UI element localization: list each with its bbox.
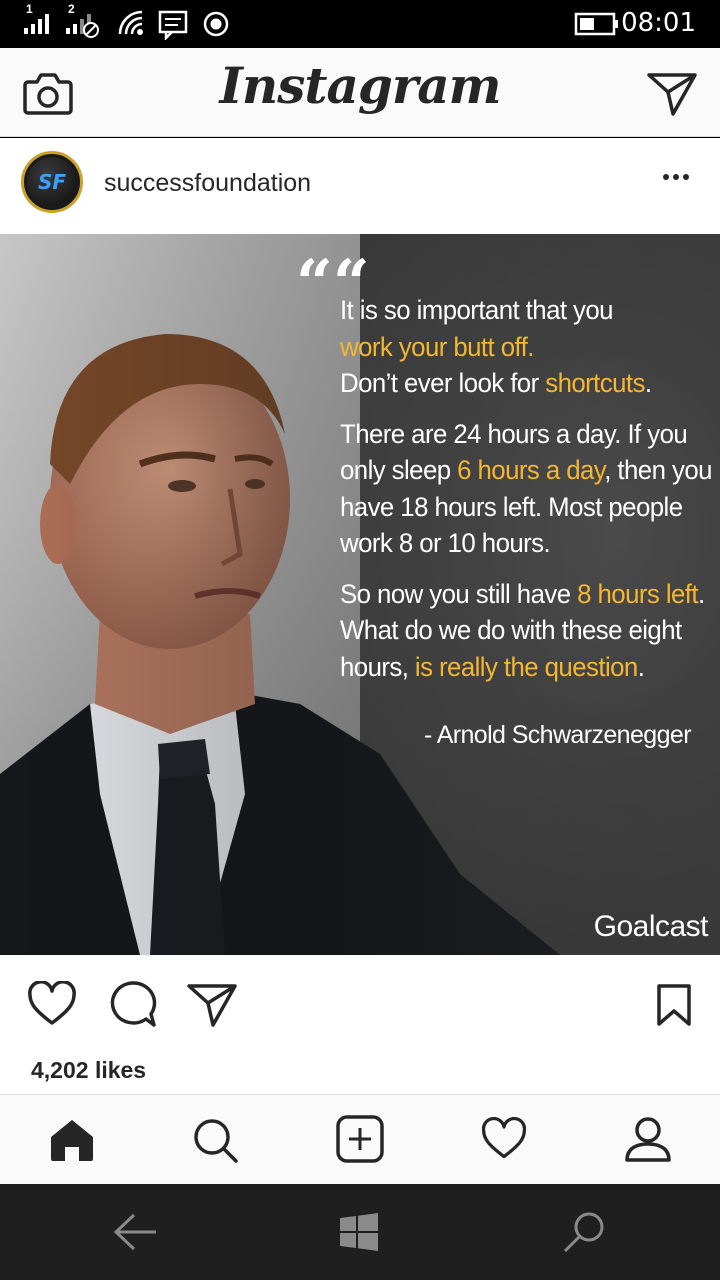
avatar[interactable]: SF: [21, 151, 83, 213]
sim1-label: 1: [26, 2, 33, 16]
app-header: Instagram: [0, 48, 720, 137]
quote-paragraph-2: There are 24 hours a day. If you only sl…: [340, 416, 712, 562]
back-icon[interactable]: [112, 1212, 160, 1252]
wifi-icon: [118, 10, 143, 35]
avatar-logo: SF: [27, 157, 77, 207]
post-actions: 4,202 likes: [0, 955, 720, 1095]
quote-highlight: 6 hours a day: [457, 455, 605, 485]
quote-highlight: work your butt off.: [340, 331, 534, 362]
quote-text: It is so important that you work your bu…: [340, 292, 712, 699]
add-post-icon[interactable]: [336, 1115, 384, 1163]
search-icon[interactable]: [192, 1117, 240, 1165]
quote-highlight: 8 hours left: [577, 578, 698, 609]
message-icon: [158, 10, 188, 40]
more-options-icon[interactable]: [662, 172, 690, 182]
direct-message-icon[interactable]: [646, 70, 698, 116]
post-username[interactable]: successfoundation: [104, 169, 311, 198]
post-image[interactable]: ““ It is so important that you work your…: [0, 234, 720, 955]
home-icon[interactable]: [48, 1117, 96, 1163]
comment-icon[interactable]: [106, 979, 158, 1029]
post-header: SF successfoundation: [0, 138, 720, 234]
quote-highlight: shortcuts: [545, 368, 645, 398]
quote-line: Don’t ever look for: [340, 368, 546, 398]
quote-line: , then you: [604, 455, 712, 485]
bottom-nav: [0, 1094, 720, 1184]
quote-line: .: [644, 368, 652, 398]
quote-line: have 18 hours left. Most people: [340, 491, 683, 522]
bookmark-icon[interactable]: [656, 983, 692, 1027]
system-nav-bar: [0, 1184, 720, 1280]
status-time: 08:01: [621, 8, 696, 38]
like-heart-icon[interactable]: [26, 981, 78, 1027]
watermark: Goalcast: [593, 910, 709, 943]
quote-line: It is so important that you: [340, 295, 614, 325]
instagram-logo: Instagram: [219, 56, 502, 115]
profile-icon[interactable]: [624, 1115, 672, 1163]
quote-paragraph-1: It is so important that you work your bu…: [340, 292, 699, 402]
quote-line: work 8 or 10 hours.: [340, 528, 551, 558]
windows-start-icon[interactable]: [338, 1212, 380, 1252]
quote-line: So now you still have: [340, 578, 578, 609]
record-icon: [203, 11, 229, 37]
activity-heart-icon[interactable]: [480, 1117, 528, 1161]
quote-line: hours,: [340, 651, 415, 682]
status-bar: 1 2 08:01: [0, 0, 720, 48]
quote-line: What do we do with these eight: [340, 615, 682, 645]
quote-author: - Arnold Schwarzenegger: [424, 721, 692, 749]
battery-icon: [574, 12, 618, 36]
quote-line: only sleep: [340, 455, 458, 485]
quote-line: .: [637, 651, 645, 682]
quote-line: .: [697, 578, 705, 609]
quote-line: There are 24 hours a day. If you: [340, 418, 688, 449]
sim2-label: 2: [68, 2, 75, 16]
quote-highlight: is really the question: [414, 651, 638, 682]
quote-paragraph-3: So now you still have 8 hours left. What…: [340, 576, 705, 686]
system-search-icon[interactable]: [562, 1210, 606, 1254]
like-count[interactable]: 4,202 likes: [31, 1057, 146, 1084]
share-icon[interactable]: [186, 981, 238, 1027]
